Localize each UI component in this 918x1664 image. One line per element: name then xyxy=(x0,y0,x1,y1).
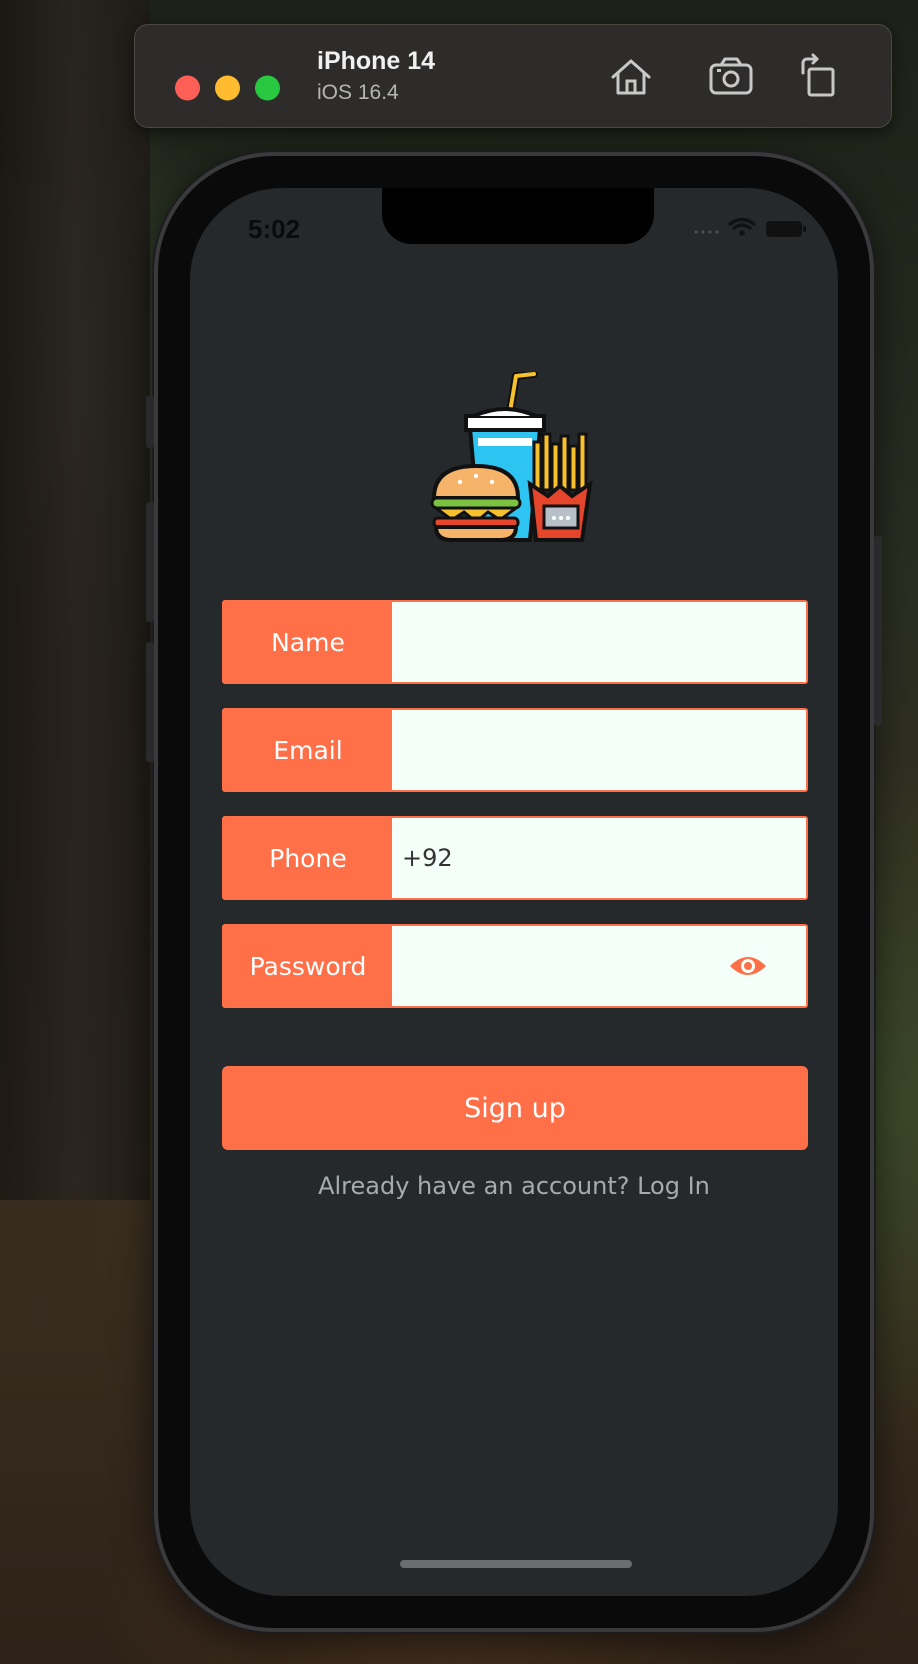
os-version: iOS 16.4 xyxy=(317,81,399,104)
power-button xyxy=(874,536,882,726)
email-row: Email xyxy=(222,708,808,792)
name-label: Name xyxy=(271,627,345,657)
notch xyxy=(382,188,654,244)
minimize-window-button[interactable] xyxy=(215,75,240,101)
device-name: iPhone 14 xyxy=(317,47,436,75)
screenshot-icon[interactable] xyxy=(707,53,755,101)
rotate-icon[interactable] xyxy=(795,53,843,101)
name-field[interactable] xyxy=(392,602,806,682)
home-icon[interactable] xyxy=(607,53,655,101)
phone-field[interactable] xyxy=(392,818,806,898)
status-time: 5:02 xyxy=(248,214,301,244)
background-tree xyxy=(0,0,150,1200)
home-indicator xyxy=(400,1560,632,1568)
password-row: Password xyxy=(222,924,808,1008)
mute-switch xyxy=(146,396,154,448)
status-icons xyxy=(690,216,810,240)
signal-icon xyxy=(694,230,719,234)
name-row: Name xyxy=(222,600,808,684)
volume-up-button xyxy=(146,502,154,622)
login-link[interactable]: Already have an account? Log In xyxy=(190,1172,838,1200)
email-label: Email xyxy=(273,735,343,765)
volume-down-button xyxy=(146,642,154,762)
simulator-toolbar: iPhone 14 iOS 16.4 xyxy=(134,24,892,128)
close-window-button[interactable] xyxy=(175,75,200,101)
zoom-window-button[interactable] xyxy=(255,75,280,101)
phone-label: Phone xyxy=(269,843,347,873)
battery-icon xyxy=(766,221,806,237)
sign-up-button[interactable]: Sign up xyxy=(222,1066,808,1150)
food-logo-icon xyxy=(430,370,602,544)
email-field[interactable] xyxy=(392,710,806,790)
password-label: Password xyxy=(249,951,367,981)
wifi-icon xyxy=(728,217,756,236)
app-screen: 5:02 Name Email Phone +92 Password Sign … xyxy=(190,188,838,1596)
phone-row: Phone xyxy=(222,816,808,900)
show-password-eye-icon[interactable] xyxy=(728,950,768,982)
iphone-frame: 5:02 Name Email Phone +92 Password Sign … xyxy=(146,152,882,1632)
